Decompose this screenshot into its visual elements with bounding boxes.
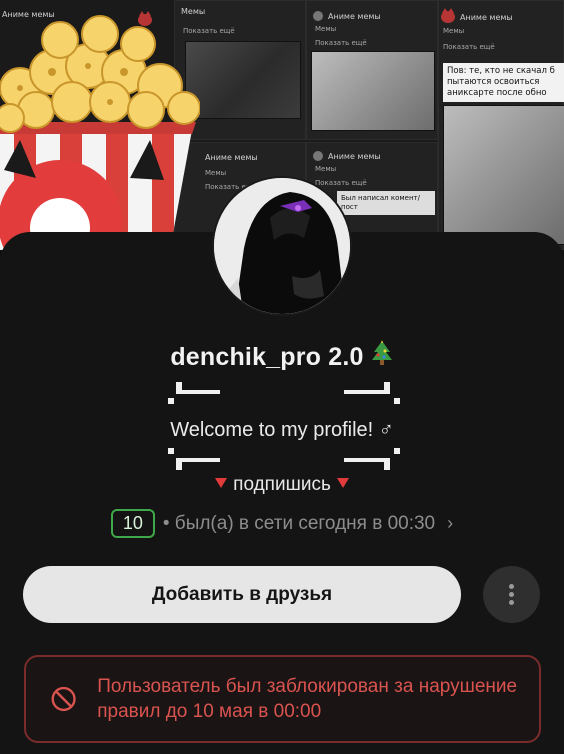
meme-caption: Пов: те, кто не скачал б пытаются освоит…	[443, 63, 564, 102]
group-avatar-icon	[313, 151, 323, 161]
feed-subtitle: Мемы	[315, 165, 337, 173]
feed-show-more: Показать ещё	[443, 43, 495, 51]
feed-group-name: Аниме мемы	[460, 12, 513, 22]
username-heading: denchik_pro 2.0	[0, 340, 564, 375]
feed-group-name: Аниме мемы	[328, 11, 381, 21]
meme-caption: Был напиcал комент/пост	[337, 191, 435, 215]
group-avatar-icon	[313, 11, 323, 21]
popcorn-logo-icon	[0, 15, 200, 250]
feed-show-more: Показать ещё	[315, 39, 367, 47]
profile-status[interactable]: 10 • был(а) в сети сегодня в 00:30 ›	[0, 509, 564, 538]
vertical-dots-icon	[509, 584, 514, 589]
feed-group-name: Аниме мемы	[205, 153, 258, 162]
vertical-dots-icon-dot	[509, 592, 514, 597]
vertical-dots-icon-dot	[509, 600, 514, 605]
chevron-right-icon: ›	[447, 513, 454, 533]
cat-logo-icon	[441, 8, 455, 23]
ban-notice: Пользователь был заблокирован за нарушен…	[24, 655, 541, 743]
red-triangle-down-icon	[336, 478, 349, 488]
level-badge: 10	[110, 509, 155, 538]
feed-card-header: Аниме мемы	[313, 151, 381, 161]
add-friend-button[interactable]: Добавить в друзья	[23, 566, 461, 623]
feed-card-header: Аниме мемы	[205, 153, 258, 162]
feed-subtitle: Мемы	[205, 169, 227, 177]
red-triangle-down-icon	[215, 478, 228, 488]
feed-card: Аниме мемы Мемы Показать ещё	[306, 0, 438, 140]
feed-subtitle: Мемы	[443, 27, 465, 35]
prohibited-icon	[51, 686, 76, 712]
feed-card-header: Аниме мемы	[313, 11, 381, 21]
last-seen-text: • был(а) в сети сегодня в 00:30	[162, 512, 436, 534]
subscribe-prompt: подпишись	[0, 474, 564, 496]
meme-image	[185, 41, 301, 119]
feed-subtitle: Мемы	[315, 25, 337, 33]
feed-card-header: Аниме мемы	[441, 8, 513, 23]
ban-notice-text: Пользователь был заблокирован за нарушен…	[97, 676, 518, 722]
feed-group-name: Аниме мемы	[328, 151, 381, 161]
meme-image	[311, 51, 435, 131]
profile-bio: Welcome to my profile! ♂	[170, 419, 394, 441]
subscribe-text: подпишись	[233, 474, 331, 495]
avatar[interactable]	[212, 176, 352, 316]
christmas-tree-icon	[370, 340, 394, 375]
avatar-image	[214, 178, 350, 314]
meme-image	[443, 105, 564, 245]
feed-show-more: Показать ещё	[315, 179, 367, 187]
more-options-button[interactable]	[483, 566, 540, 623]
feed-card: Аниме мемы Мемы Показать ещё Пов: те, кт…	[438, 0, 564, 250]
username-text: denchik_pro 2.0	[170, 343, 364, 371]
